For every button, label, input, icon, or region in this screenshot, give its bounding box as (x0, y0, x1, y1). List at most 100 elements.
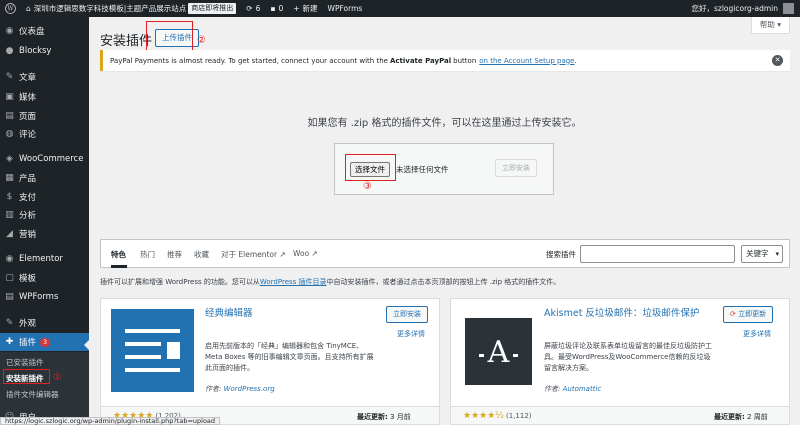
sidebar-item-label: 模板 (19, 274, 37, 284)
plugin-directory-link[interactable]: WordPress 插件目录 (260, 278, 327, 286)
sidebar-item-label: 产品 (19, 174, 37, 184)
sidebar-item-label: 仪表盘 (19, 27, 45, 37)
sidebar-item-product[interactable]: ▦ 产品 (0, 169, 89, 187)
sidebar-item-label: 评论 (19, 130, 37, 140)
plugin-card: 经典编辑器 启用先前版本的「经典」编辑器和包含 TinyMCE、Meta Box… (100, 298, 440, 425)
browser-status-url: https://logic.szlogic.org/wp-admin/plugi… (0, 417, 221, 425)
sidebar-item-label: 文章 (19, 73, 37, 83)
sidebar-item-appearance[interactable]: ✎ 外观 (0, 314, 89, 332)
svg-text:A: A (487, 335, 510, 370)
sidebar-item-blocksy[interactable]: ● Blocksy (0, 42, 89, 60)
sidebar-item-label: 页面 (19, 112, 37, 122)
last-updated: 最近更新: 3 月前 (357, 413, 411, 421)
sidebar-item-marketing[interactable]: ◢ 营销 (0, 225, 89, 243)
chevron-down-icon: ▾ (775, 250, 779, 258)
more-details-link[interactable]: 更多详情 (743, 329, 771, 339)
wpforms-icon: ▤ (5, 292, 14, 302)
plugin-name-link[interactable]: 经典编辑器 (205, 307, 355, 320)
wpforms-link[interactable]: WPForms (323, 0, 368, 17)
sidebar-item-label: WooCommerce (19, 154, 84, 164)
more-details-link[interactable]: 更多详情 (397, 329, 425, 339)
plugin-card: A Akismet 反垃圾邮件：垃圾邮件保护 屏蔽垃圾评论及联系表单垃圾留言的最… (450, 298, 790, 425)
sidebar-item-woocommerce[interactable]: ◈ WooCommerce (0, 150, 89, 168)
site-name-link[interactable]: ⌂ 深圳市逻辑思数字科技模板|主题产品展示站点 商店即将推出 (21, 0, 241, 17)
tab-woo[interactable]: Woo ↗ (293, 249, 318, 258)
upload-description: 如果您有 .zip 格式的插件文件，可以在这里通过上传安装它。 (307, 118, 582, 129)
plugin-description: 启用先前版本的「经典」编辑器和包含 TinyMCE、Meta Boxes 等的旧… (205, 342, 374, 372)
update-icon: ⟳ (730, 310, 736, 318)
annotation-number-2: ② (197, 35, 206, 46)
plugin-author: 作者: WordPress.org (205, 385, 275, 393)
admin-sidebar: ✚ 插件 3 ✎ 外观 ▤ WPForms ▢ 模板 ◉ Elementor ◢ 营销 ▥ 分析 $ 支付 ▦ 产品… (0, 17, 89, 425)
tab-popular[interactable]: 热门 (140, 249, 155, 260)
payment-icon: $ (6, 192, 13, 202)
updates-link[interactable]: ⟳ 6 (241, 0, 265, 17)
classic-editor-icon (111, 309, 194, 392)
submenu-plugin-editor[interactable]: 插件文件编辑器 (6, 389, 59, 400)
account-menu[interactable]: 您好，szlogicorg-admin (692, 3, 800, 14)
search-type-select[interactable]: 关键字 ▾ (741, 245, 783, 263)
admin-bar: W ⌂ 深圳市逻辑思数字科技模板|主题产品展示站点 商店即将推出 ⟳ 6 ▪ 0… (0, 0, 800, 17)
svg-text:W: W (7, 6, 14, 13)
sidebar-item-analytics[interactable]: ▥ 分析 (0, 206, 89, 224)
sidebar-item-pin[interactable]: ✎ 文章 (0, 68, 89, 86)
sidebar-item-label: Blocksy (19, 46, 52, 56)
annotation-number-1: ① (53, 372, 62, 383)
akismet-icon: A (465, 318, 532, 385)
sidebar-item-template[interactable]: ▢ 模板 (0, 269, 89, 287)
pin-icon: ✎ (5, 72, 14, 82)
plugin-author-link[interactable]: WordPress.org (224, 385, 275, 393)
annotation-box-3 (345, 154, 396, 181)
main-content: 安装插件 上传插件 ② 帮助 ▾ PayPal Payments is almo… (89, 17, 800, 425)
new-content-link[interactable]: + 新建 (288, 0, 322, 17)
sidebar-item-comment[interactable]: ◍ 评论 (0, 125, 89, 143)
tab-for-elementor[interactable]: 对于 Elementor ↗ (221, 249, 286, 260)
sidebar-item-label: WPForms (19, 292, 59, 302)
sidebar-item-label: 媒体 (19, 93, 37, 103)
submenu-installed-plugins[interactable]: 已安装插件 (6, 357, 44, 368)
dashboard-icon: ◉ (5, 26, 14, 36)
sidebar-item-label: 外观 (19, 319, 37, 329)
comment-icon: ▪ (270, 4, 276, 13)
woocommerce-icon: ◈ (6, 154, 13, 164)
comments-link[interactable]: ▪ 0 (265, 0, 288, 17)
install-now-button[interactable]: 立即安装 (495, 159, 537, 177)
plugin-card-footer: ★★★★½ (1,112) 最近更新: 2 周前 (451, 406, 789, 424)
search-plugins-input[interactable] (580, 245, 735, 263)
install-plugin-button[interactable]: 立即安装 (386, 306, 428, 323)
update-plugin-button[interactable]: ⟳ 立即更新 (723, 306, 774, 323)
page-icon: ▤ (5, 111, 14, 121)
sidebar-item-media[interactable]: ▣ 媒体 (0, 88, 89, 106)
plugin-filter-bar: 特色 热门 推荐 收藏 对于 Elementor ↗ Woo ↗ 搜索插件 关键… (100, 239, 790, 268)
annotation-box-1 (3, 369, 50, 384)
plugin-name-link[interactable]: Akismet 反垃圾邮件：垃圾邮件保护 (544, 307, 709, 320)
sidebar-item-dashboard[interactable]: ◉ 仪表盘 (0, 22, 89, 40)
sidebar-item-label: Elementor (19, 254, 63, 264)
sidebar-item-page[interactable]: ▤ 页面 (0, 107, 89, 125)
wp-logo-icon[interactable]: W (0, 0, 21, 17)
account-setup-link[interactable]: on the Account Setup page (479, 57, 574, 65)
sidebar-item-label: 支付 (19, 193, 37, 203)
tab-featured[interactable]: 特色 (111, 249, 126, 260)
last-updated: 最近更新: 2 周前 (714, 413, 768, 421)
tab-recommended[interactable]: 推荐 (167, 249, 182, 260)
help-tab-button[interactable]: 帮助 ▾ (750, 17, 790, 34)
sidebar-item-plugin[interactable]: ✚ 插件 3 (0, 333, 89, 351)
avatar (783, 3, 794, 14)
media-icon: ▣ (5, 92, 14, 102)
store-status-badge: 商店即将推出 (188, 3, 237, 14)
sidebar-item-payment[interactable]: $ 支付 (0, 188, 89, 206)
sidebar-item-elementor[interactable]: ◉ Elementor (0, 250, 89, 268)
dismiss-notice-icon[interactable]: ✕ (772, 55, 783, 66)
plugin-icon: ✚ (5, 337, 14, 347)
product-icon: ▦ (5, 173, 14, 183)
plus-icon: + (293, 4, 300, 13)
home-icon: ⌂ (26, 4, 31, 13)
tab-favorites[interactable]: 收藏 (194, 249, 209, 260)
marketing-icon: ◢ (6, 229, 13, 239)
comment-icon: ◍ (5, 129, 14, 139)
star-rating: ★★★★½ (1,112) (463, 411, 532, 421)
appearance-icon: ✎ (5, 318, 14, 328)
plugin-author-link[interactable]: Automattic (563, 385, 602, 393)
sidebar-item-wpforms[interactable]: ▤ WPForms (0, 288, 89, 306)
